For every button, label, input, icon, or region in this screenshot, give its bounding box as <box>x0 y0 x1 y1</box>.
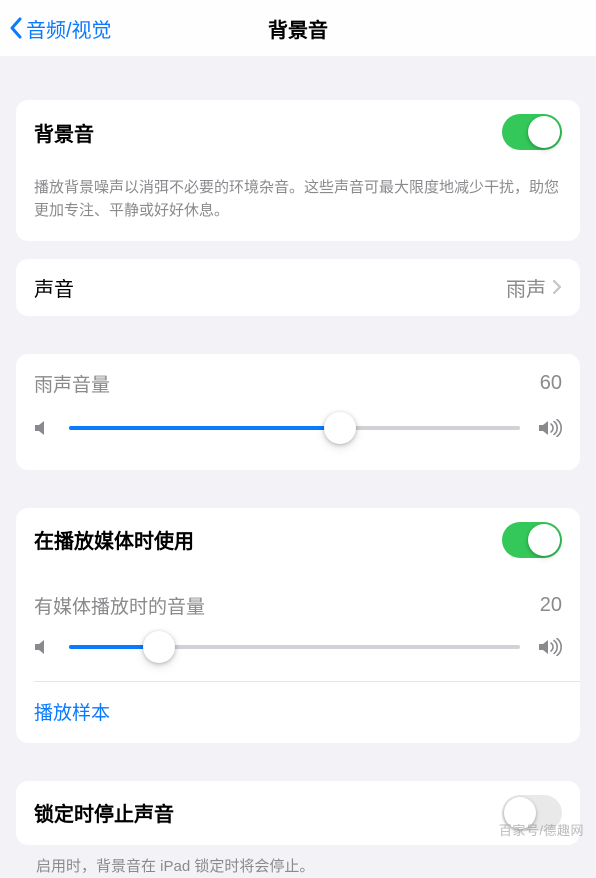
volume-high-icon <box>538 638 562 656</box>
rain-volume-value: 60 <box>540 372 562 395</box>
rain-volume-slider[interactable] <box>69 412 520 444</box>
back-button[interactable]: 音频/视觉 <box>0 14 112 43</box>
sound-picker-label: 声音 <box>34 273 74 302</box>
rain-volume-header: 雨声音量 60 <box>16 354 580 406</box>
media-toggle-row: 在播放媒体时使用 <box>16 508 580 572</box>
navbar: 音频/视觉 背景音 <box>0 0 596 56</box>
chevron-left-icon <box>8 16 24 40</box>
lock-description: 启用时，背景音在 iPad 锁定时将会停止。 <box>16 845 580 878</box>
volume-high-icon <box>538 419 562 437</box>
chevron-right-icon <box>552 279 562 295</box>
lock-toggle-row: 锁定时停止声音 <box>16 781 580 845</box>
background-sound-toggle[interactable] <box>502 114 562 150</box>
lock-group: 锁定时停止声音 <box>16 781 580 845</box>
lock-toggle[interactable] <box>502 795 562 831</box>
media-toggle[interactable] <box>502 522 562 558</box>
play-sample-link[interactable]: 播放样本 <box>34 703 110 724</box>
background-sound-row: 背景音 <box>16 100 580 164</box>
back-label: 音频/视觉 <box>26 14 112 43</box>
sound-picker-row[interactable]: 声音 雨声 <box>16 259 580 316</box>
rain-volume-slider-row <box>16 406 580 470</box>
rain-volume-label: 雨声音量 <box>34 370 110 397</box>
play-sample-row: 播放样本 <box>16 682 580 743</box>
rain-volume-group: 雨声音量 60 <box>16 354 580 470</box>
volume-low-icon <box>34 638 51 656</box>
media-volume-label: 有媒体播放时的音量 <box>34 592 205 619</box>
media-volume-value: 20 <box>540 594 562 617</box>
background-sound-description: 播放背景噪声以消弭不必要的环境杂音。这些声音可最大限度地减少干扰，助您更加专注、… <box>16 164 580 241</box>
media-toggle-label: 在播放媒体时使用 <box>34 525 194 554</box>
media-volume-slider[interactable] <box>69 631 520 663</box>
sound-picker-value: 雨声 <box>506 273 546 302</box>
background-sound-group: 背景音 播放背景噪声以消弭不必要的环境杂音。这些声音可最大限度地减少干扰，助您更… <box>16 100 580 241</box>
lock-toggle-label: 锁定时停止声音 <box>34 798 174 827</box>
volume-low-icon <box>34 419 51 437</box>
media-volume-slider-row <box>16 625 580 681</box>
media-group: 在播放媒体时使用 有媒体播放时的音量 20 <box>16 508 580 743</box>
media-volume-header: 有媒体播放时的音量 20 <box>16 572 580 625</box>
background-sound-label: 背景音 <box>34 118 94 147</box>
sound-picker-group: 声音 雨声 <box>16 259 580 316</box>
